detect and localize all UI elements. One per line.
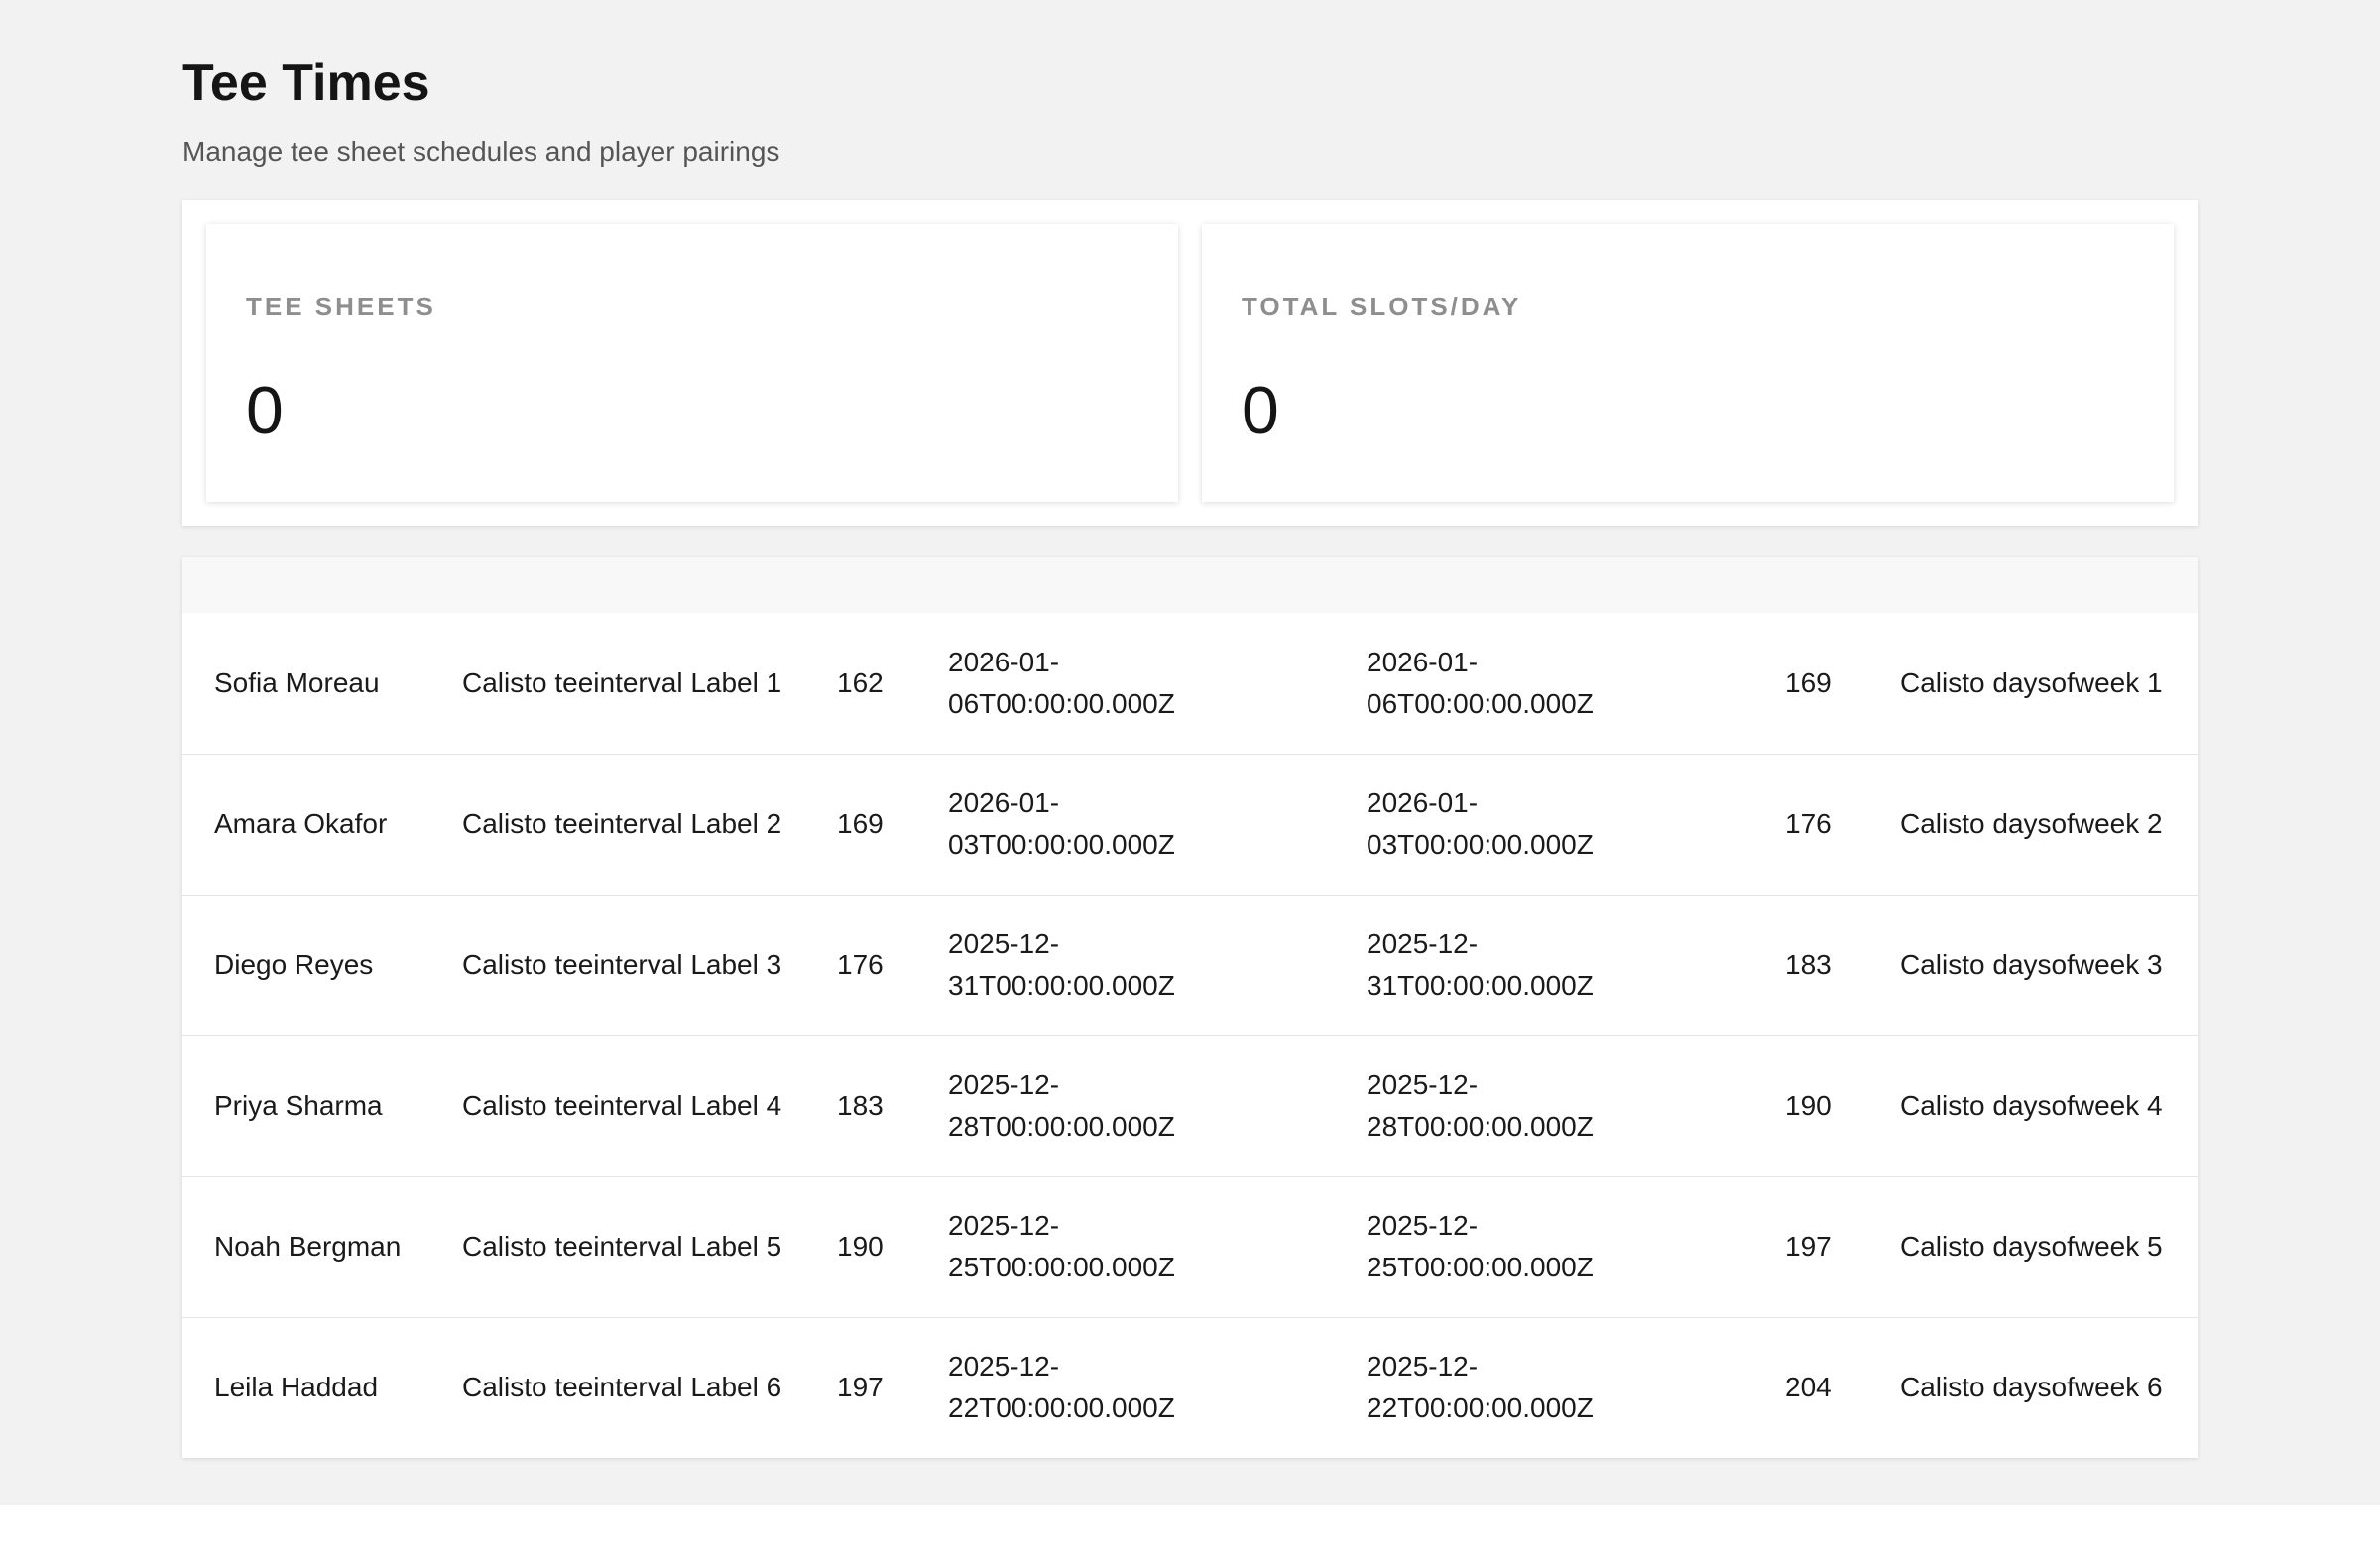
stat-label: TEE SHEETS <box>246 292 436 321</box>
date-part: 2025-12- <box>948 1069 1060 1100</box>
date-part: 2025-12- <box>948 1351 1060 1383</box>
days-of-week-cell: Calisto daysofweek 3 <box>1900 949 2163 980</box>
stat-value: 0 <box>246 373 284 448</box>
time-part: 03T00:00:00.000Z <box>1367 829 1594 860</box>
column-header <box>1335 557 1753 613</box>
start-date-cell: 2025-12- 22T00:00:00.000Z <box>916 1317 1335 1458</box>
number-cell: 197 <box>837 1372 884 1403</box>
number-cell: 169 <box>837 808 884 839</box>
time-part: 03T00:00:00.000Z <box>948 829 1175 860</box>
stat-label: TOTAL SLOTS/DAY <box>1242 292 1522 321</box>
time-part: 31T00:00:00.000Z <box>1367 970 1594 1001</box>
player-name-cell: Diego Reyes <box>214 949 374 980</box>
player-name-cell: Sofia Moreau <box>214 666 380 698</box>
stats-panel: TEE SHEETS 0 TOTAL SLOTS/DAY 0 <box>182 200 2198 526</box>
player-name-cell: Leila Haddad <box>214 1372 379 1403</box>
end-date-cell: 2025-12- 28T00:00:00.000Z <box>1335 1035 1753 1176</box>
page-subtitle: Manage tee sheet schedules and player pa… <box>182 136 780 167</box>
date-part: 2025-12- <box>1367 1351 1479 1383</box>
column-header <box>805 557 916 613</box>
player-name-cell: Priya Sharma <box>214 1090 383 1121</box>
column-header <box>1753 557 1868 613</box>
page-title: Tee Times <box>182 55 430 112</box>
player-name-cell: Amara Okafor <box>214 808 388 839</box>
tee-times-table-panel: Sofia Moreau Calisto teeinterval Label 1 1… <box>182 557 2198 1458</box>
tee-interval-cell: Calisto teeinterval Label 4 <box>462 1090 782 1121</box>
time-part: 25T00:00:00.000Z <box>1367 1252 1594 1282</box>
start-date-cell: 2025-12- 25T00:00:00.000Z <box>916 1176 1335 1317</box>
table-row[interactable]: Amara Okafor Calisto teeinterval Label 2 1… <box>182 754 2198 895</box>
days-of-week-cell: Calisto daysofweek 5 <box>1900 1231 2163 1262</box>
page-header: Tee Times Manage tee sheet schedules and… <box>182 48 779 171</box>
number-cell: 176 <box>1785 808 1832 839</box>
date-part: 2026-01- <box>1367 646 1479 677</box>
time-part: 22T00:00:00.000Z <box>948 1392 1175 1424</box>
table-header-row <box>182 557 2198 613</box>
days-of-week-cell: Calisto daysofweek 1 <box>1900 666 2163 698</box>
player-name-cell: Noah Bergman <box>214 1231 402 1262</box>
end-date-cell: 2025-12- 31T00:00:00.000Z <box>1335 895 1753 1035</box>
tee-interval-cell: Calisto teeinterval Label 6 <box>462 1372 782 1403</box>
date-part: 2025-12- <box>948 1210 1060 1241</box>
days-of-week-cell: Calisto daysofweek 6 <box>1900 1372 2163 1403</box>
end-date-cell: 2025-12- 25T00:00:00.000Z <box>1335 1176 1753 1317</box>
end-date-cell: 2025-12- 22T00:00:00.000Z <box>1335 1317 1753 1458</box>
number-cell: 190 <box>837 1231 884 1262</box>
days-of-week-cell: Calisto daysofweek 4 <box>1900 1090 2163 1121</box>
time-part: 28T00:00:00.000Z <box>1367 1111 1594 1142</box>
days-of-week-cell: Calisto daysofweek 2 <box>1900 808 2163 839</box>
stat-card-tee-sheets: TEE SHEETS 0 <box>206 224 1178 502</box>
start-date-cell: 2026-01- 06T00:00:00.000Z <box>916 613 1335 754</box>
page: Tee Times Manage tee sheet schedules and… <box>0 0 2380 1505</box>
date-part: 2025-12- <box>1367 1210 1479 1241</box>
tee-interval-cell: Calisto teeinterval Label 2 <box>462 808 782 839</box>
column-header <box>430 557 805 613</box>
table-row[interactable]: Priya Sharma Calisto teeinterval Label 4 1… <box>182 1035 2198 1176</box>
start-date-cell: 2026-01- 03T00:00:00.000Z <box>916 754 1335 895</box>
tee-interval-cell: Calisto teeinterval Label 5 <box>462 1231 782 1262</box>
number-cell: 169 <box>1785 666 1832 698</box>
start-date-cell: 2025-12- 28T00:00:00.000Z <box>916 1035 1335 1176</box>
stat-value: 0 <box>1242 373 1279 448</box>
number-cell: 197 <box>1785 1231 1832 1262</box>
time-part: 31T00:00:00.000Z <box>948 970 1175 1001</box>
date-part: 2026-01- <box>948 787 1060 818</box>
number-cell: 162 <box>837 666 884 698</box>
number-cell: 190 <box>1785 1090 1832 1121</box>
table-row[interactable]: Diego Reyes Calisto teeinterval Label 3 17… <box>182 895 2198 1035</box>
number-cell: 183 <box>1785 949 1832 980</box>
tee-interval-cell: Calisto teeinterval Label 3 <box>462 949 782 980</box>
tee-times-table: Sofia Moreau Calisto teeinterval Label 1 1… <box>182 557 2198 1458</box>
column-header <box>916 557 1335 613</box>
table-row[interactable]: Leila Haddad Calisto teeinterval Label 6 1… <box>182 1317 2198 1458</box>
date-part: 2025-12- <box>1367 1069 1479 1100</box>
number-cell: 183 <box>837 1090 884 1121</box>
table-body: Sofia Moreau Calisto teeinterval Label 1 1… <box>182 613 2198 1458</box>
time-part: 06T00:00:00.000Z <box>948 687 1175 719</box>
table-row[interactable]: Noah Bergman Calisto teeinterval Label 5 1… <box>182 1176 2198 1317</box>
end-date-cell: 2026-01- 03T00:00:00.000Z <box>1335 754 1753 895</box>
column-header <box>182 557 430 613</box>
number-cell: 204 <box>1785 1372 1832 1403</box>
end-date-cell: 2026-01- 06T00:00:00.000Z <box>1335 613 1753 754</box>
stat-card-total-slots: TOTAL SLOTS/DAY 0 <box>1202 224 2174 502</box>
date-part: 2026-01- <box>1367 787 1479 818</box>
column-header <box>1868 557 2198 613</box>
date-part: 2025-12- <box>948 928 1060 959</box>
time-part: 22T00:00:00.000Z <box>1367 1392 1594 1424</box>
date-part: 2026-01- <box>948 646 1060 677</box>
date-part: 2025-12- <box>1367 928 1479 959</box>
time-part: 25T00:00:00.000Z <box>948 1252 1175 1282</box>
start-date-cell: 2025-12- 31T00:00:00.000Z <box>916 895 1335 1035</box>
table-row[interactable]: Sofia Moreau Calisto teeinterval Label 1 1… <box>182 613 2198 754</box>
time-part: 28T00:00:00.000Z <box>948 1111 1175 1142</box>
number-cell: 176 <box>837 949 884 980</box>
time-part: 06T00:00:00.000Z <box>1367 687 1594 719</box>
tee-interval-cell: Calisto teeinterval Label 1 <box>462 666 782 698</box>
